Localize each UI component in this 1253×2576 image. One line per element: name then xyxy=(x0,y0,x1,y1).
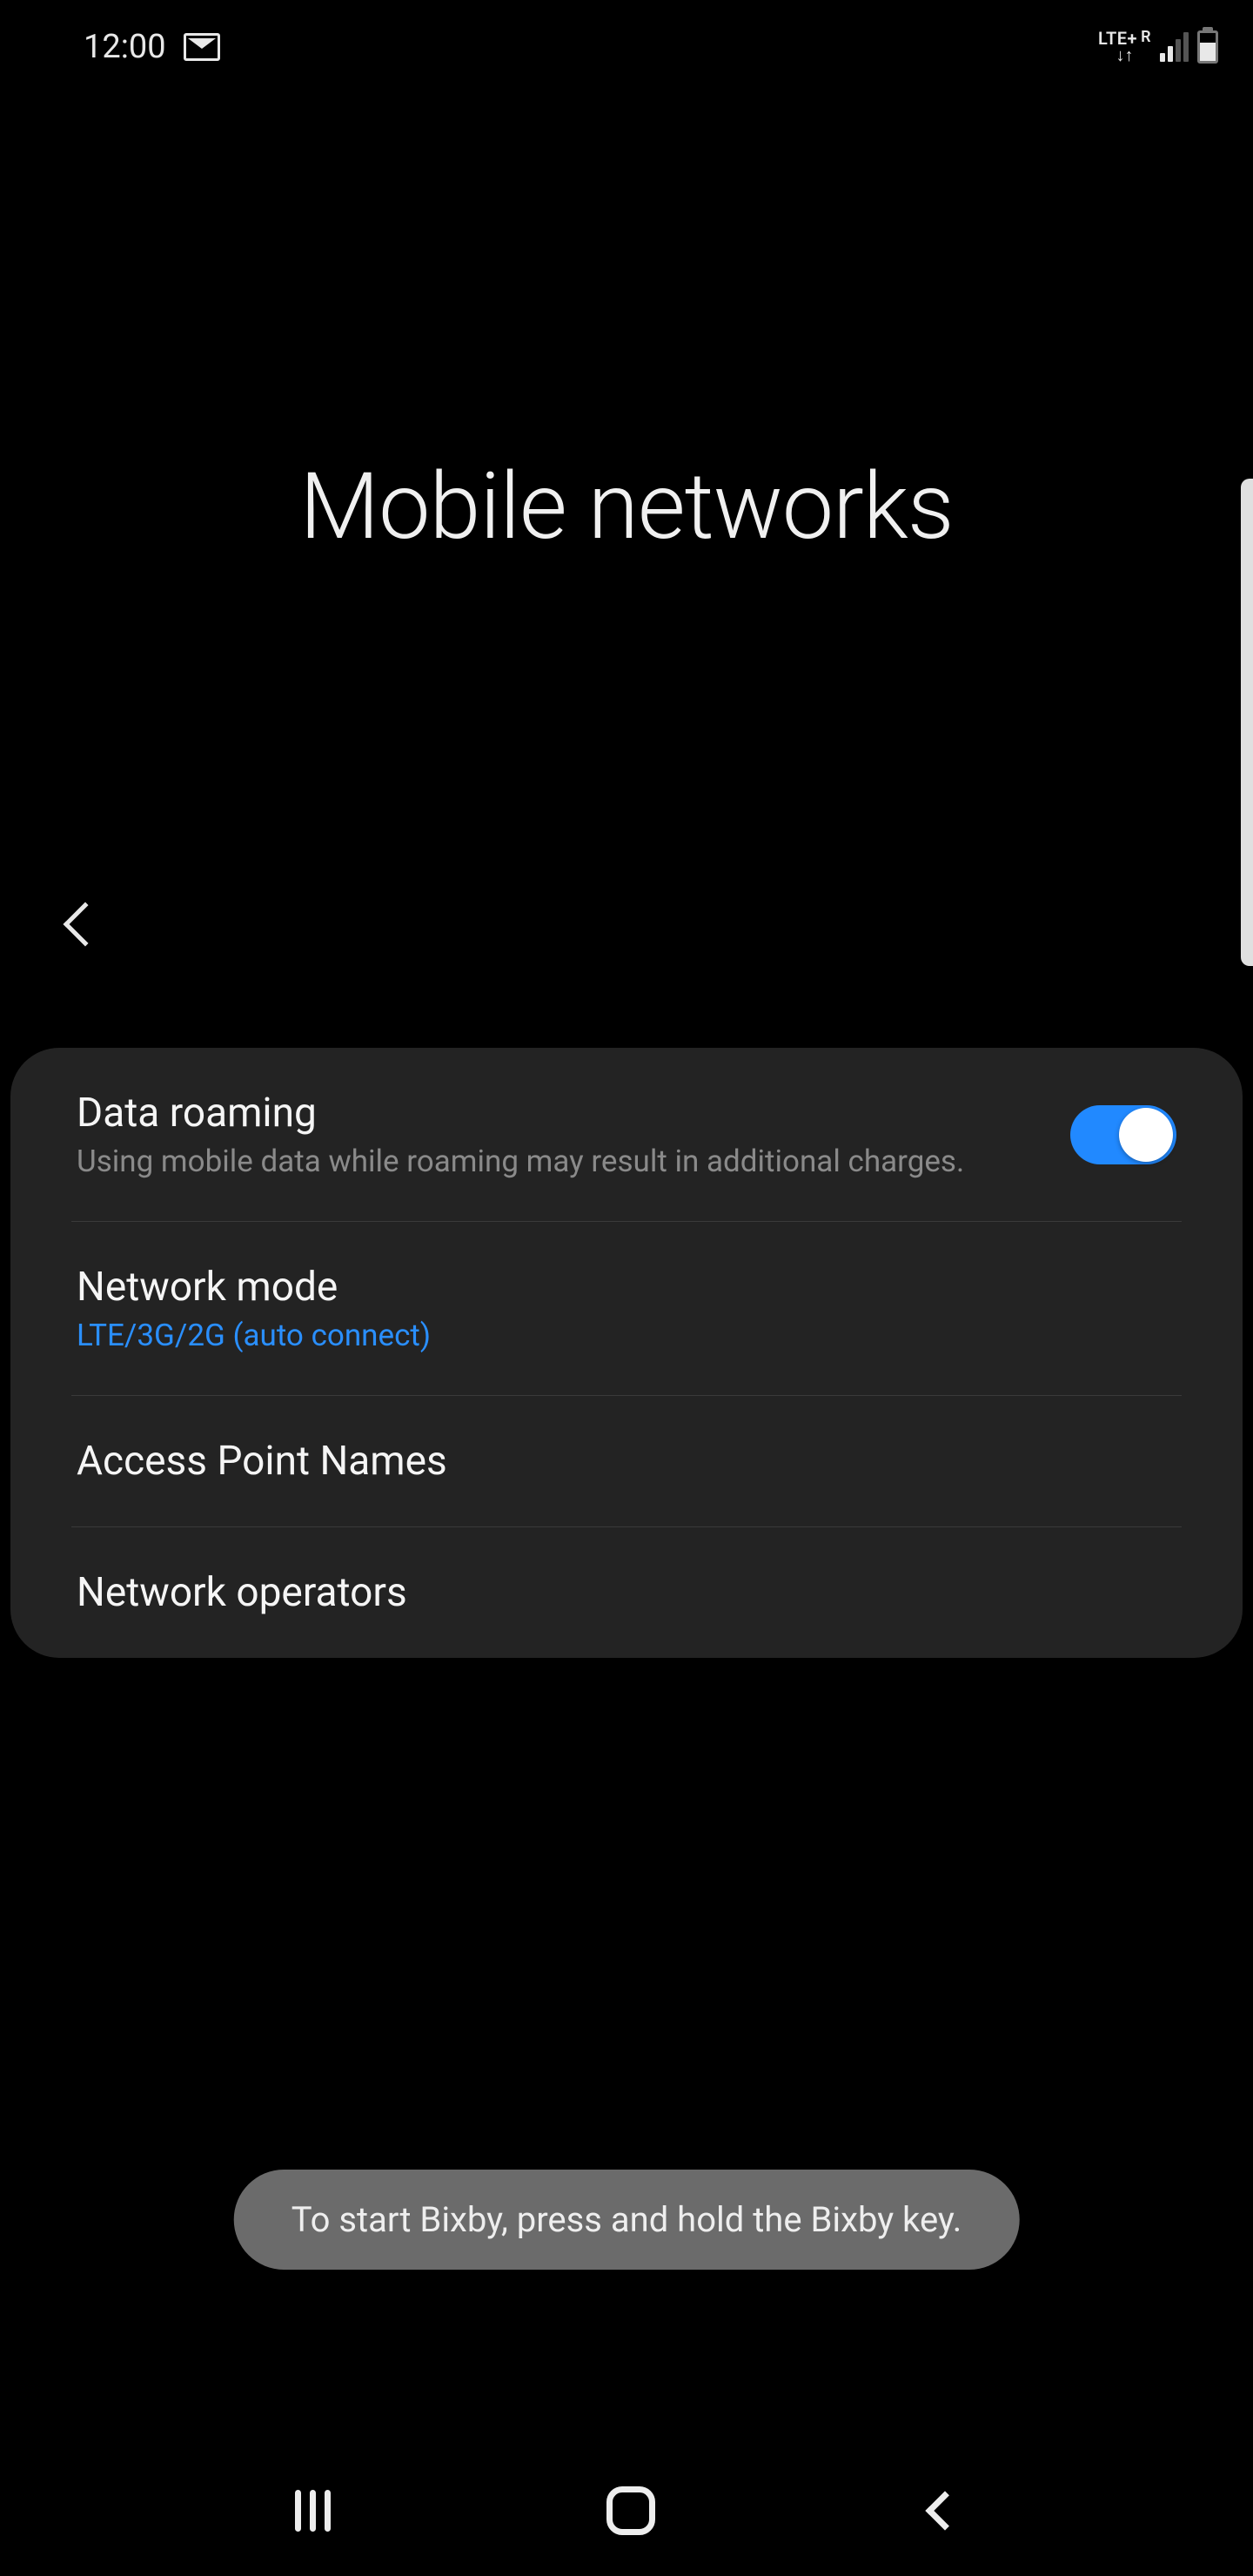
mail-icon xyxy=(184,33,220,61)
setting-apn[interactable]: Access Point Names xyxy=(10,1396,1243,1526)
signal-icon xyxy=(1160,32,1189,62)
recents-button[interactable] xyxy=(295,2490,331,2532)
setting-title: Network operators xyxy=(77,1569,1176,1616)
setting-title: Network mode xyxy=(77,1264,1176,1311)
roaming-indicator: R xyxy=(1141,30,1151,44)
toast: To start Bixby, press and hold the Bixby… xyxy=(234,2170,1020,2270)
data-arrows-icon: ↓↑ xyxy=(1116,46,1134,64)
setting-network-operators[interactable]: Network operators xyxy=(10,1527,1243,1658)
setting-title: Data roaming xyxy=(77,1090,1044,1137)
back-icon[interactable] xyxy=(64,902,108,947)
toast-text: To start Bixby, press and hold the Bixby… xyxy=(291,2199,962,2240)
battery-icon xyxy=(1197,30,1218,64)
status-bar: 12:00 LTE+ R ↓↑ xyxy=(0,0,1253,78)
back-button[interactable] xyxy=(925,2491,964,2530)
scrollbar[interactable] xyxy=(1241,479,1253,966)
status-right: LTE+ R ↓↑ xyxy=(1098,30,1218,64)
data-roaming-toggle[interactable] xyxy=(1070,1105,1176,1164)
setting-network-mode[interactable]: Network mode LTE/3G/2G (auto connect) xyxy=(10,1222,1243,1395)
status-time: 12:00 xyxy=(84,28,166,66)
page-title: Mobile networks xyxy=(0,453,1253,560)
setting-value: LTE/3G/2G (auto connect) xyxy=(77,1318,1176,1353)
status-left: 12:00 xyxy=(84,28,220,66)
network-type: LTE+ R ↓↑ xyxy=(1098,30,1151,64)
setting-title: Access Point Names xyxy=(77,1438,1176,1485)
settings-card: Data roaming Using mobile data while roa… xyxy=(10,1048,1243,1658)
home-button[interactable] xyxy=(606,2486,655,2535)
setting-data-roaming[interactable]: Data roaming Using mobile data while roa… xyxy=(10,1048,1243,1221)
setting-subtitle: Using mobile data while roaming may resu… xyxy=(77,1144,1044,1179)
navigation-bar xyxy=(0,2445,1253,2576)
